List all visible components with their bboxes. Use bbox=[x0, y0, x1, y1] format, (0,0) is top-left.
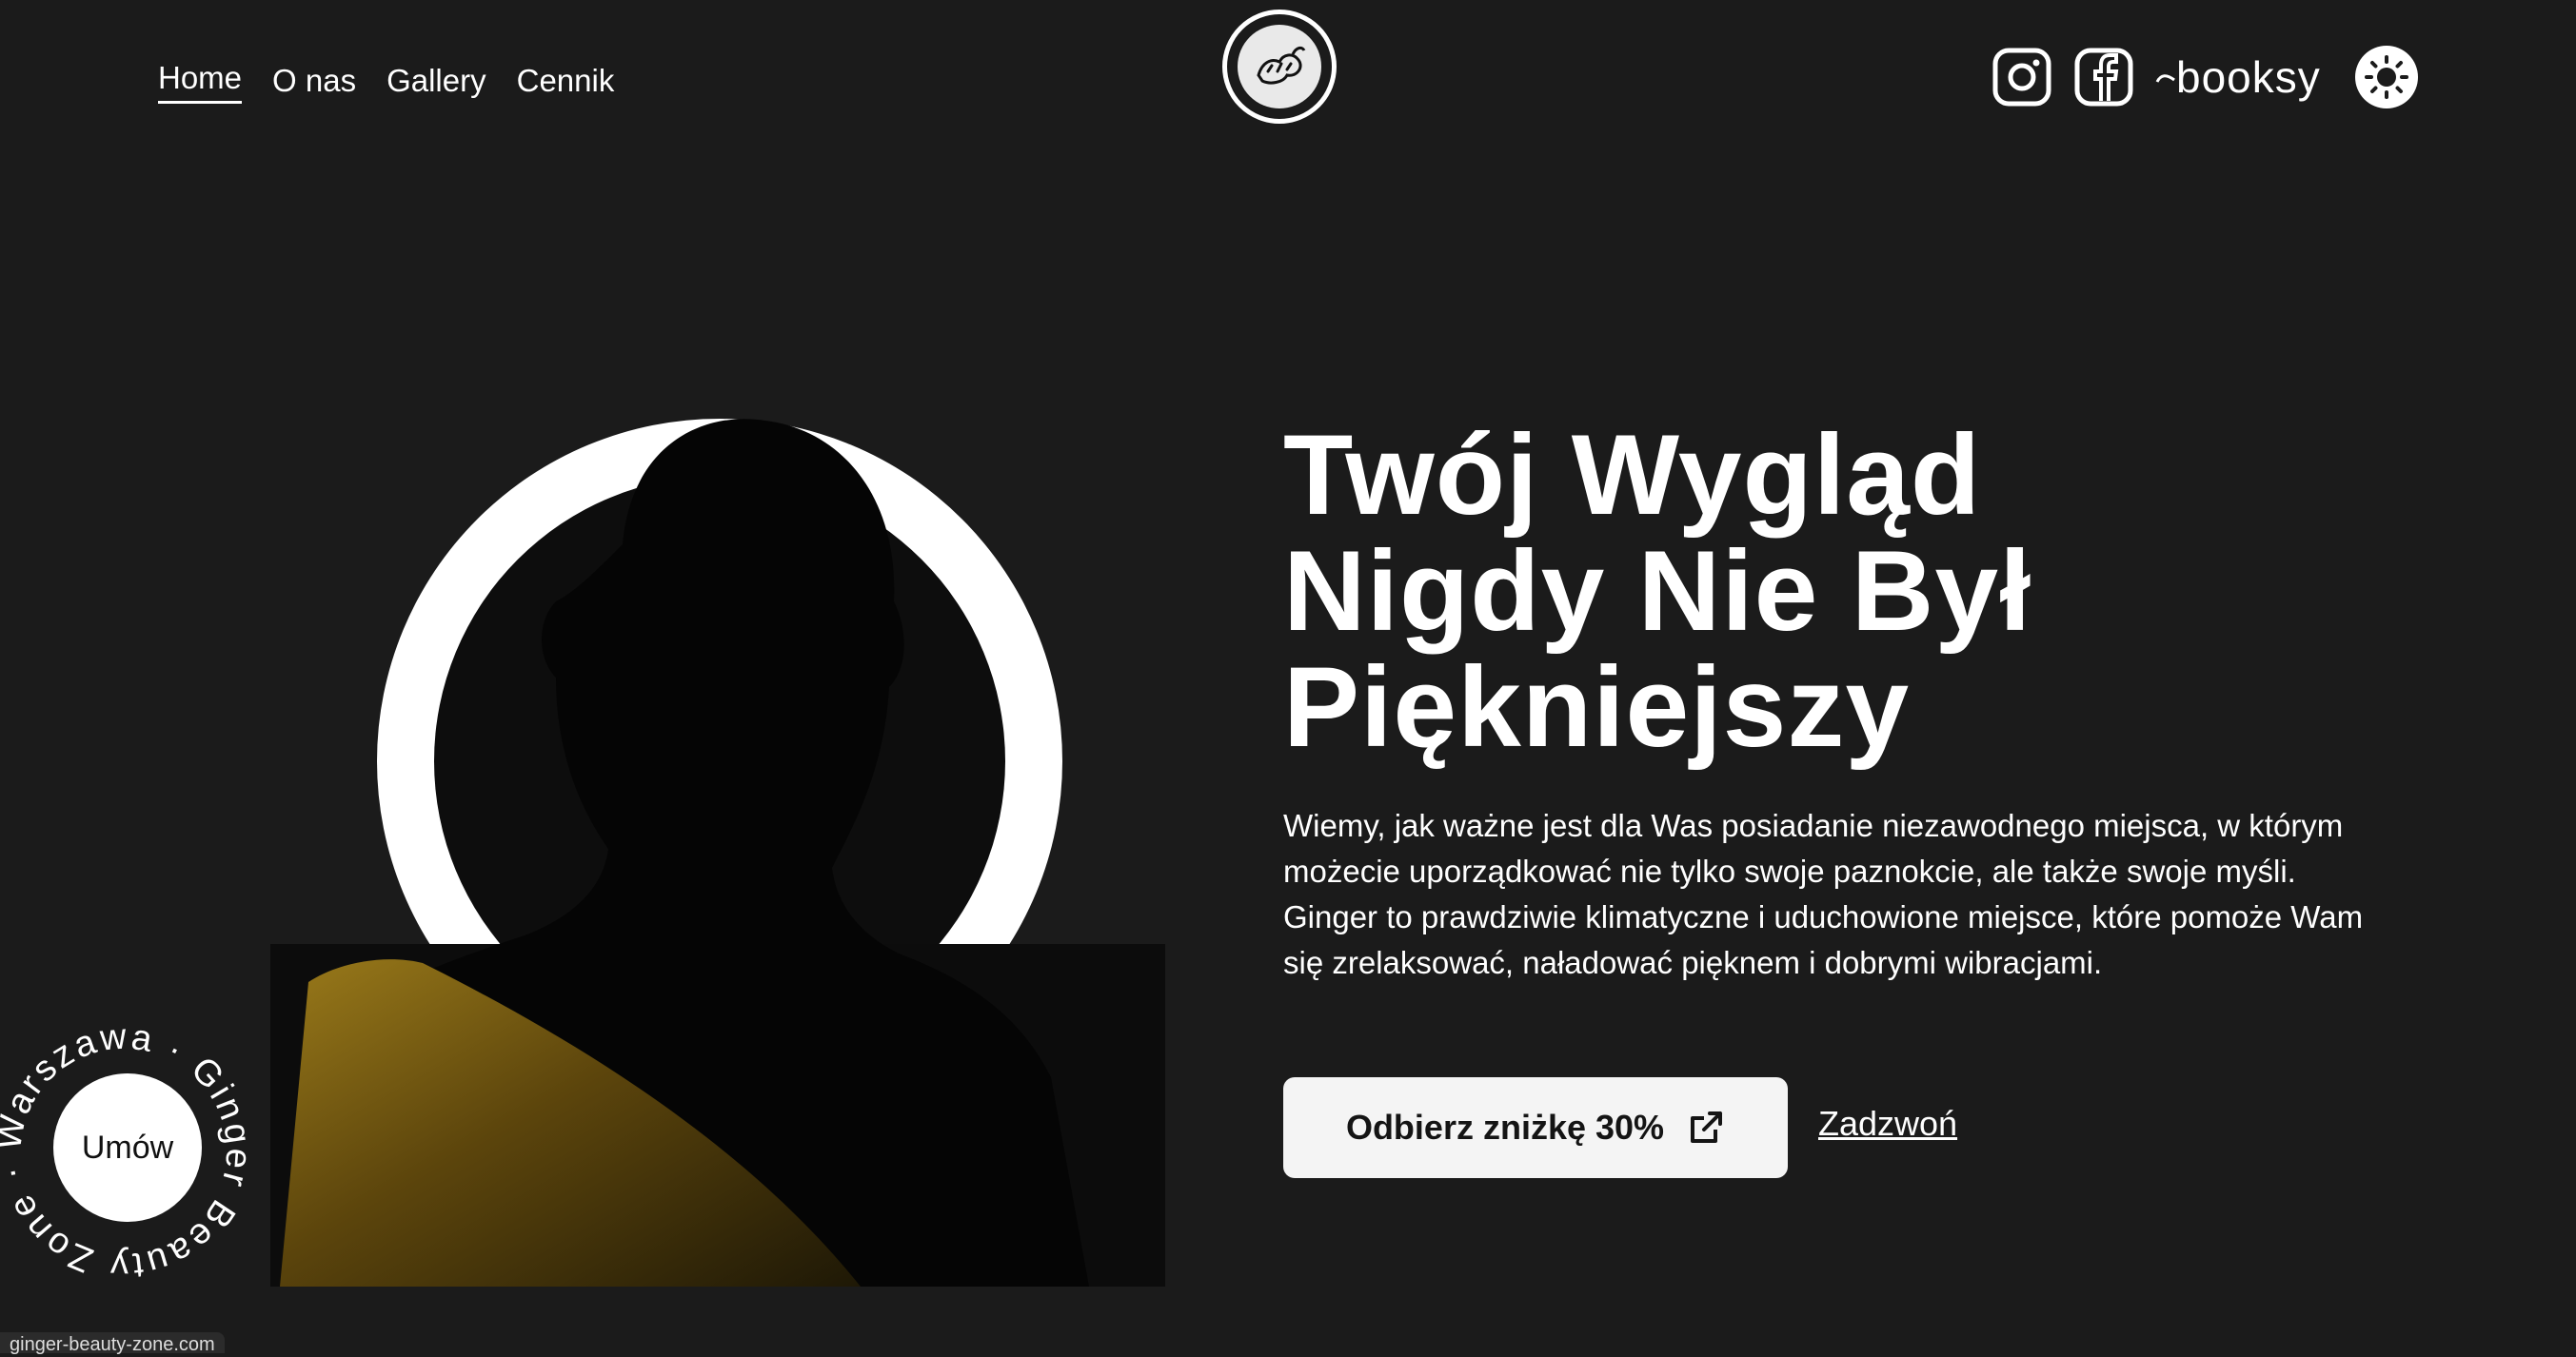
hero-image bbox=[270, 419, 1165, 1287]
nav-item-o-nas[interactable]: O nas bbox=[272, 60, 356, 102]
facebook-link[interactable] bbox=[2073, 47, 2134, 108]
site-logo[interactable] bbox=[1222, 10, 1337, 124]
theme-toggle-button[interactable] bbox=[2354, 46, 2418, 108]
external-link-icon bbox=[1691, 1111, 1723, 1143]
instagram-icon bbox=[1992, 48, 2051, 107]
booksy-swoosh-icon bbox=[2155, 74, 2175, 83]
instagram-link[interactable] bbox=[1991, 47, 2052, 108]
booksy-link[interactable]: booksy bbox=[2155, 51, 2321, 103]
social-links: booksy bbox=[1991, 46, 2418, 108]
sun-icon bbox=[2364, 55, 2408, 99]
status-bar-url: ginger-beauty-zone.com bbox=[0, 1332, 225, 1355]
ginger-root-icon bbox=[1257, 46, 1306, 85]
nav-item-cennik[interactable]: Cennik bbox=[517, 60, 615, 102]
discount-button-label: Odbierz zniżkę 30% bbox=[1345, 1108, 1665, 1147]
discount-button[interactable]: Odbierz zniżkę 30% bbox=[1283, 1077, 1788, 1178]
hero-title: Twój Wygląd Nigdy Nie Był Piękniejszy bbox=[1283, 411, 2032, 771]
nav-item-home[interactable]: Home bbox=[158, 57, 243, 104]
facebook-icon bbox=[2074, 48, 2133, 107]
hero-description: Wiemy, jak ważne jest dla Was posiadanie… bbox=[1283, 808, 2364, 980]
call-link[interactable]: Zadzwoń bbox=[1818, 1104, 1957, 1144]
main-nav: Home O nas Gallery Cennik bbox=[158, 57, 614, 104]
nav-item-gallery[interactable]: Gallery bbox=[386, 60, 486, 102]
logo-badge bbox=[1238, 25, 1321, 108]
booksy-label: booksy bbox=[2176, 52, 2321, 102]
book-button[interactable]: Umów bbox=[53, 1073, 202, 1222]
